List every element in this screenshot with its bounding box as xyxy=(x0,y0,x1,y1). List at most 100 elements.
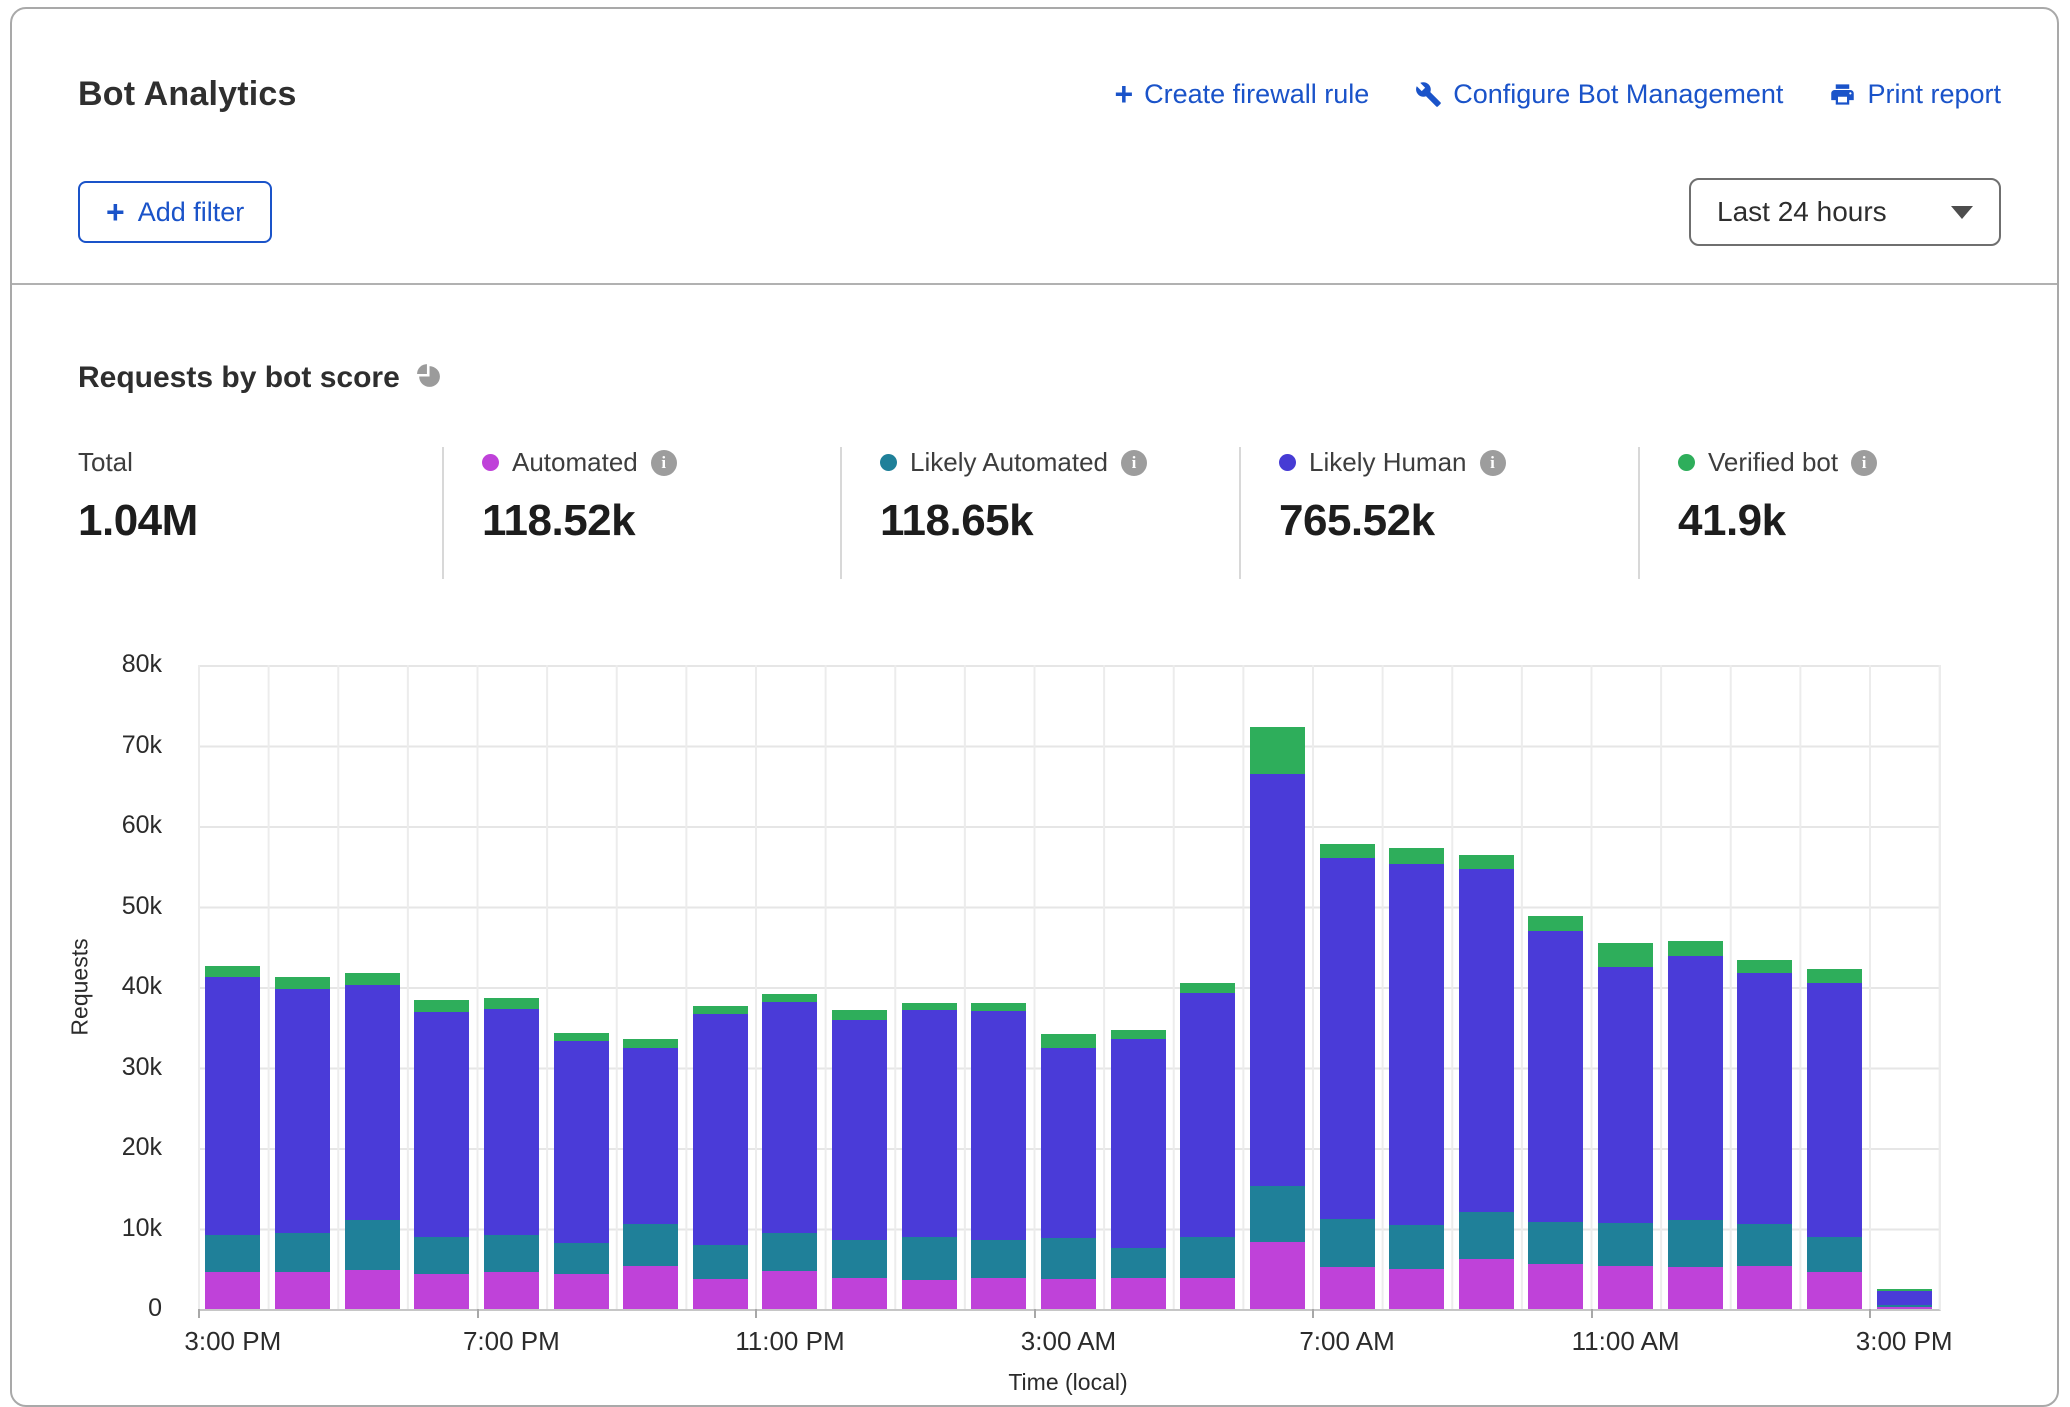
bar-segment-likely-human xyxy=(1459,869,1514,1211)
bar-hour-13[interactable] xyxy=(1111,1030,1166,1309)
bar-segment-likely-automated xyxy=(832,1240,887,1278)
bar-segment-automated xyxy=(1111,1278,1166,1309)
time-range-value: Last 24 hours xyxy=(1717,196,1887,228)
bar-hour-7[interactable] xyxy=(693,1006,748,1309)
bar-segment-verified-bot xyxy=(345,973,400,985)
bar-hour-23[interactable] xyxy=(1807,969,1862,1309)
bar-segment-automated xyxy=(1250,1242,1305,1309)
bar-segment-automated xyxy=(1320,1267,1375,1309)
bar-segment-likely-human xyxy=(1598,967,1653,1223)
create-firewall-rule-link[interactable]: + Create firewall rule xyxy=(1114,78,1369,110)
bar-segment-likely-human xyxy=(902,1010,957,1237)
bar-segment-likely-automated xyxy=(554,1243,609,1274)
info-icon[interactable]: i xyxy=(1480,450,1506,476)
page-title: Bot Analytics xyxy=(78,75,297,114)
bar-hour-6[interactable] xyxy=(623,1039,678,1309)
header-actions: + Create firewall rule Configure Bot Man… xyxy=(1114,78,2001,110)
requests-chart: Requests 80k70k60k50k40k30k20k10k0 3:00 … xyxy=(12,642,2057,1396)
bar-segment-likely-automated xyxy=(1737,1224,1792,1267)
x-axis-tickmark xyxy=(1034,1309,1036,1318)
print-report-link[interactable]: Print report xyxy=(1829,79,2001,110)
info-icon[interactable]: i xyxy=(1121,450,1147,476)
bar-hour-4[interactable] xyxy=(484,998,539,1310)
bar-segment-likely-automated xyxy=(484,1235,539,1272)
bar-segment-likely-automated xyxy=(1528,1222,1583,1264)
bar-hour-10[interactable] xyxy=(902,1003,957,1309)
bar-segment-verified-bot xyxy=(902,1003,957,1010)
stat-value: 118.52k xyxy=(482,496,840,546)
bar-hour-1[interactable] xyxy=(275,977,330,1309)
bar-hour-8[interactable] xyxy=(762,994,817,1309)
bar-segment-likely-automated xyxy=(345,1220,400,1269)
x-axis-tick: 11:00 AM xyxy=(1572,1326,1680,1357)
bar-segment-verified-bot xyxy=(1389,848,1444,864)
section-header: Requests by bot score xyxy=(78,361,442,395)
bar-segment-verified-bot xyxy=(1180,983,1235,993)
configure-bot-management-link[interactable]: Configure Bot Management xyxy=(1415,79,1783,110)
bar-segment-verified-bot xyxy=(693,1006,748,1015)
stat-label: Verified bot xyxy=(1708,447,1838,478)
bar-segment-likely-automated xyxy=(623,1224,678,1266)
bar-segment-likely-automated xyxy=(693,1245,748,1279)
y-axis-tick: 20k xyxy=(12,1133,162,1162)
info-icon[interactable]: i xyxy=(1851,450,1877,476)
add-filter-label: Add filter xyxy=(138,197,245,228)
bot-analytics-card: Bot Analytics + Create firewall rule Con… xyxy=(10,7,2059,1407)
bar-hour-2[interactable] xyxy=(345,973,400,1309)
bar-hour-14[interactable] xyxy=(1180,983,1235,1309)
action-label: Create firewall rule xyxy=(1144,79,1369,110)
bar-segment-automated xyxy=(554,1274,609,1309)
bar-hour-3[interactable] xyxy=(414,1000,469,1309)
x-axis-tick: 3:00 AM xyxy=(1021,1326,1116,1357)
bar-segment-likely-human xyxy=(1877,1291,1932,1305)
time-range-select[interactable]: Last 24 hours xyxy=(1689,178,2001,246)
bar-segment-automated xyxy=(832,1278,887,1309)
pie-chart-icon xyxy=(415,362,442,394)
bar-hour-20[interactable] xyxy=(1598,943,1653,1309)
bar-hour-11[interactable] xyxy=(971,1003,1026,1309)
bar-segment-likely-human xyxy=(1389,864,1444,1225)
bar-segment-likely-human xyxy=(205,977,260,1235)
bar-segment-automated xyxy=(1459,1259,1514,1309)
bar-segment-likely-human xyxy=(971,1011,1026,1240)
add-filter-button[interactable]: + Add filter xyxy=(78,181,272,243)
bar-hour-17[interactable] xyxy=(1389,848,1444,1309)
legend-dot-verified-bot xyxy=(1678,454,1695,471)
bar-hour-21[interactable] xyxy=(1668,941,1723,1309)
bar-segment-verified-bot xyxy=(1598,943,1653,967)
y-axis-tick: 70k xyxy=(12,731,162,760)
bar-segment-likely-human xyxy=(1807,983,1862,1237)
bar-hour-12[interactable] xyxy=(1041,1034,1096,1309)
bar-hour-9[interactable] xyxy=(832,1010,887,1309)
bar-segment-likely-automated xyxy=(1389,1225,1444,1268)
bar-segment-likely-automated xyxy=(1598,1223,1653,1266)
bar-hour-16[interactable] xyxy=(1320,844,1375,1309)
stats-row: Total 1.04M Automated i 118.52k Likely A… xyxy=(78,447,2027,579)
bar-segment-verified-bot xyxy=(1668,941,1723,956)
bar-hour-18[interactable] xyxy=(1459,855,1514,1309)
bar-hour-5[interactable] xyxy=(554,1033,609,1309)
bar-segment-likely-automated xyxy=(971,1240,1026,1278)
bar-hour-22[interactable] xyxy=(1737,960,1792,1309)
bar-segment-automated xyxy=(693,1279,748,1309)
bar-hour-0[interactable] xyxy=(205,966,260,1309)
bar-segment-automated xyxy=(623,1266,678,1309)
stat-automated: Automated i 118.52k xyxy=(442,447,840,579)
x-axis-title: Time (local) xyxy=(1008,1369,1127,1396)
bar-hour-24[interactable] xyxy=(1877,1289,1932,1309)
stat-total: Total 1.04M xyxy=(78,447,442,579)
info-icon[interactable]: i xyxy=(651,450,677,476)
bar-segment-automated xyxy=(484,1272,539,1309)
bar-segment-automated xyxy=(1737,1266,1792,1309)
y-axis-tick: 60k xyxy=(12,811,162,840)
bar-segment-automated xyxy=(275,1272,330,1309)
action-label: Configure Bot Management xyxy=(1453,79,1783,110)
bar-hour-15[interactable] xyxy=(1250,727,1305,1309)
bar-segment-automated xyxy=(762,1271,817,1309)
x-axis-tickmark xyxy=(755,1309,757,1318)
bar-segment-likely-automated xyxy=(1180,1237,1235,1278)
bar-segment-verified-bot xyxy=(554,1033,609,1041)
bar-hour-19[interactable] xyxy=(1528,916,1583,1309)
bar-segment-likely-human xyxy=(762,1002,817,1233)
stat-value: 765.52k xyxy=(1279,496,1638,546)
